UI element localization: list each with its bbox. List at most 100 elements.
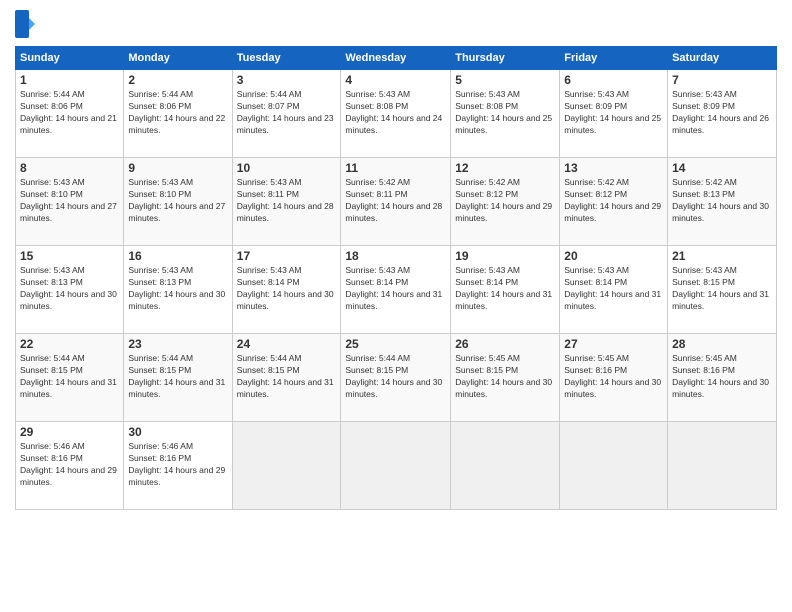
day-info: Sunrise: 5:44 AMSunset: 8:15 PMDaylight:… xyxy=(20,353,119,401)
day-info: Sunrise: 5:43 AMSunset: 8:15 PMDaylight:… xyxy=(672,265,772,313)
day-number: 6 xyxy=(564,73,663,87)
day-number: 9 xyxy=(128,161,227,175)
day-info: Sunrise: 5:43 AMSunset: 8:11 PMDaylight:… xyxy=(237,177,337,225)
calendar-cell: 28 Sunrise: 5:45 AMSunset: 8:16 PMDayligh… xyxy=(668,334,777,422)
logo-icon xyxy=(15,10,35,38)
day-number: 14 xyxy=(672,161,772,175)
day-info: Sunrise: 5:43 AMSunset: 8:10 PMDaylight:… xyxy=(128,177,227,225)
calendar-cell: 13 Sunrise: 5:42 AMSunset: 8:12 PMDayligh… xyxy=(560,158,668,246)
day-info: Sunrise: 5:43 AMSunset: 8:14 PMDaylight:… xyxy=(455,265,555,313)
calendar-cell: 9 Sunrise: 5:43 AMSunset: 8:10 PMDaylight… xyxy=(124,158,232,246)
calendar-cell: 21 Sunrise: 5:43 AMSunset: 8:15 PMDayligh… xyxy=(668,246,777,334)
calendar-cell: 11 Sunrise: 5:42 AMSunset: 8:11 PMDayligh… xyxy=(341,158,451,246)
day-number: 8 xyxy=(20,161,119,175)
calendar-cell: 12 Sunrise: 5:42 AMSunset: 8:12 PMDayligh… xyxy=(451,158,560,246)
day-number: 26 xyxy=(455,337,555,351)
day-number: 19 xyxy=(455,249,555,263)
calendar-cell: 20Sunrise: 5:43 AMSunset: 8:14 PMDayligh… xyxy=(560,246,668,334)
calendar-cell: 5 Sunrise: 5:43 AMSunset: 8:08 PMDaylight… xyxy=(451,70,560,158)
day-number: 30 xyxy=(128,425,227,439)
calendar-cell xyxy=(232,422,341,510)
calendar-cell xyxy=(668,422,777,510)
day-info: Sunrise: 5:43 AMSunset: 8:14 PMDaylight:… xyxy=(345,265,446,313)
day-info: Sunrise: 5:45 AMSunset: 8:16 PMDaylight:… xyxy=(564,353,663,401)
calendar-cell: 19 Sunrise: 5:43 AMSunset: 8:14 PMDayligh… xyxy=(451,246,560,334)
weekday-header: Friday xyxy=(560,47,668,70)
calendar-cell: 15 Sunrise: 5:43 AMSunset: 8:13 PMDayligh… xyxy=(16,246,124,334)
day-info: Sunrise: 5:44 AMSunset: 8:15 PMDaylight:… xyxy=(237,353,337,401)
day-info: Sunrise: 5:43 AMSunset: 8:08 PMDaylight:… xyxy=(345,89,446,137)
calendar-cell: 2 Sunrise: 5:44 AMSunset: 8:06 PMDaylight… xyxy=(124,70,232,158)
day-number: 15 xyxy=(20,249,119,263)
calendar-week-row: 1Sunrise: 5:44 AMSunset: 8:06 PMDaylight… xyxy=(16,70,777,158)
calendar-week-row: 15 Sunrise: 5:43 AMSunset: 8:13 PMDayligh… xyxy=(16,246,777,334)
day-info: Sunrise: 5:44 AMSunset: 8:15 PMDaylight:… xyxy=(128,353,227,401)
calendar-cell xyxy=(560,422,668,510)
calendar-cell: 4 Sunrise: 5:43 AMSunset: 8:08 PMDaylight… xyxy=(341,70,451,158)
day-number: 3 xyxy=(237,73,337,87)
day-info: Sunrise: 5:42 AMSunset: 8:12 PMDaylight:… xyxy=(564,177,663,225)
calendar-cell: 3 Sunrise: 5:44 AMSunset: 8:07 PMDaylight… xyxy=(232,70,341,158)
day-info: Sunrise: 5:43 AMSunset: 8:13 PMDaylight:… xyxy=(128,265,227,313)
calendar-cell: 1Sunrise: 5:44 AMSunset: 8:06 PMDaylight… xyxy=(16,70,124,158)
day-number: 16 xyxy=(128,249,227,263)
calendar-cell: 6 Sunrise: 5:43 AMSunset: 8:09 PMDaylight… xyxy=(560,70,668,158)
weekday-header: Saturday xyxy=(668,47,777,70)
day-number: 2 xyxy=(128,73,227,87)
day-number: 21 xyxy=(672,249,772,263)
weekday-header: Sunday xyxy=(16,47,124,70)
day-number: 18 xyxy=(345,249,446,263)
calendar-cell: 29 Sunrise: 5:46 AMSunset: 8:16 PMDayligh… xyxy=(16,422,124,510)
calendar-cell xyxy=(341,422,451,510)
weekday-header: Wednesday xyxy=(341,47,451,70)
calendar-cell: 22 Sunrise: 5:44 AMSunset: 8:15 PMDayligh… xyxy=(16,334,124,422)
calendar-cell: 25 Sunrise: 5:44 AMSunset: 8:15 PMDayligh… xyxy=(341,334,451,422)
header xyxy=(15,10,777,38)
day-info: Sunrise: 5:43 AMSunset: 8:09 PMDaylight:… xyxy=(672,89,772,137)
calendar-cell: 14Sunrise: 5:42 AMSunset: 8:13 PMDayligh… xyxy=(668,158,777,246)
day-number: 4 xyxy=(345,73,446,87)
calendar-week-row: 8 Sunrise: 5:43 AMSunset: 8:10 PMDaylight… xyxy=(16,158,777,246)
logo xyxy=(15,10,39,38)
calendar-cell: 18 Sunrise: 5:43 AMSunset: 8:14 PMDayligh… xyxy=(341,246,451,334)
day-number: 11 xyxy=(345,161,446,175)
day-info: Sunrise: 5:44 AMSunset: 8:15 PMDaylight:… xyxy=(345,353,446,401)
day-info: Sunrise: 5:44 AMSunset: 8:07 PMDaylight:… xyxy=(237,89,337,137)
day-info: Sunrise: 5:43 AMSunset: 8:10 PMDaylight:… xyxy=(20,177,119,225)
calendar-cell: 17 Sunrise: 5:43 AMSunset: 8:14 PMDayligh… xyxy=(232,246,341,334)
day-info: Sunrise: 5:44 AMSunset: 8:06 PMDaylight:… xyxy=(128,89,227,137)
calendar-cell: 24 Sunrise: 5:44 AMSunset: 8:15 PMDayligh… xyxy=(232,334,341,422)
calendar-week-row: 29 Sunrise: 5:46 AMSunset: 8:16 PMDayligh… xyxy=(16,422,777,510)
day-number: 7 xyxy=(672,73,772,87)
day-number: 5 xyxy=(455,73,555,87)
calendar-cell xyxy=(451,422,560,510)
weekday-header: Thursday xyxy=(451,47,560,70)
weekday-header: Monday xyxy=(124,47,232,70)
calendar-cell: 30 Sunrise: 5:46 AMSunset: 8:16 PMDayligh… xyxy=(124,422,232,510)
day-number: 13 xyxy=(564,161,663,175)
day-info: Sunrise: 5:46 AMSunset: 8:16 PMDaylight:… xyxy=(20,441,119,489)
day-info: Sunrise: 5:43 AMSunset: 8:13 PMDaylight:… xyxy=(20,265,119,313)
day-number: 28 xyxy=(672,337,772,351)
calendar-cell: 8 Sunrise: 5:43 AMSunset: 8:10 PMDaylight… xyxy=(16,158,124,246)
day-info: Sunrise: 5:43 AMSunset: 8:14 PMDaylight:… xyxy=(237,265,337,313)
day-info: Sunrise: 5:43 AMSunset: 8:08 PMDaylight:… xyxy=(455,89,555,137)
calendar-cell: 26Sunrise: 5:45 AMSunset: 8:15 PMDayligh… xyxy=(451,334,560,422)
page: SundayMondayTuesdayWednesdayThursdayFrid… xyxy=(0,0,792,612)
day-info: Sunrise: 5:43 AMSunset: 8:09 PMDaylight:… xyxy=(564,89,663,137)
day-number: 24 xyxy=(237,337,337,351)
calendar-cell: 16 Sunrise: 5:43 AMSunset: 8:13 PMDayligh… xyxy=(124,246,232,334)
day-number: 17 xyxy=(237,249,337,263)
day-info: Sunrise: 5:46 AMSunset: 8:16 PMDaylight:… xyxy=(128,441,227,489)
day-info: Sunrise: 5:45 AMSunset: 8:16 PMDaylight:… xyxy=(672,353,772,401)
day-number: 10 xyxy=(237,161,337,175)
day-info: Sunrise: 5:42 AMSunset: 8:11 PMDaylight:… xyxy=(345,177,446,225)
day-number: 25 xyxy=(345,337,446,351)
day-number: 23 xyxy=(128,337,227,351)
day-number: 12 xyxy=(455,161,555,175)
day-info: Sunrise: 5:42 AMSunset: 8:12 PMDaylight:… xyxy=(455,177,555,225)
day-number: 22 xyxy=(20,337,119,351)
calendar-cell: 10 Sunrise: 5:43 AMSunset: 8:11 PMDayligh… xyxy=(232,158,341,246)
day-number: 29 xyxy=(20,425,119,439)
day-info: Sunrise: 5:44 AMSunset: 8:06 PMDaylight:… xyxy=(20,89,119,137)
